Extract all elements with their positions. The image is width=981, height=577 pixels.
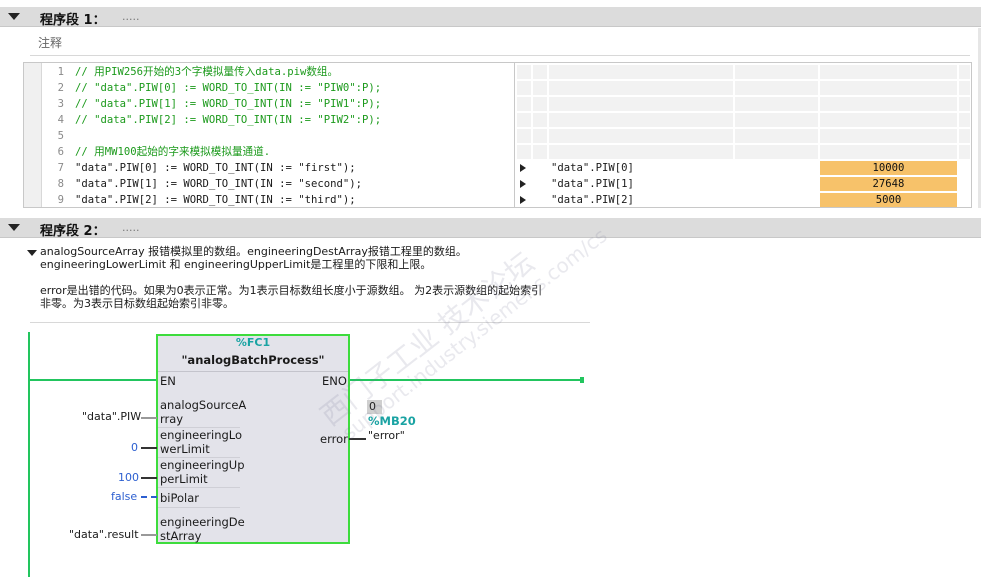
pin-engineering-dest-array[interactable]: engineeringDe stArray	[160, 515, 245, 543]
network-2-title-placeholder[interactable]: .....	[122, 221, 139, 234]
block-name: "analogBatchProcess"	[181, 353, 325, 367]
pin-engineering-upper-limit[interactable]: engineeringUp perLimit	[160, 458, 245, 486]
pin-bipolar[interactable]: biPolar	[160, 491, 199, 505]
operand-source-array[interactable]: "data".PIW	[82, 410, 141, 423]
collapse-triangle-icon[interactable]	[8, 224, 20, 231]
code-line[interactable]: 3// "data".PIW[1] := WORD_TO_INT(IN := "…	[42, 96, 512, 112]
en-power-wire	[30, 379, 157, 381]
monitor-row-empty	[515, 128, 972, 144]
monitor-value: 27648	[820, 177, 957, 191]
code-line[interactable]: 2// "data".PIW[0] := WORD_TO_INT(IN := "…	[42, 80, 512, 96]
monitor-row-empty	[515, 64, 972, 80]
monitor-row[interactable]: "data".PIW[0] 10000	[515, 160, 972, 176]
code-line[interactable]: 7 "data".PIW[0] := WORD_TO_INT(IN := "fir…	[42, 160, 512, 176]
scl-editor[interactable]: 1// 用PIW256开始的3个字模拟量传入data.piw数组。 2// "d…	[23, 62, 972, 208]
power-rail	[28, 332, 30, 577]
error-monitor-value: 0	[367, 400, 382, 414]
operand-lower-limit[interactable]: 0	[131, 441, 138, 454]
network-1-comment[interactable]: 注释	[30, 28, 970, 56]
monitor-row-empty	[515, 80, 972, 96]
block-number: %FC1	[235, 336, 271, 349]
monitor-row-empty	[515, 112, 972, 128]
error-address: %MB20	[368, 414, 416, 428]
monitor-row-empty	[515, 96, 972, 112]
network-1-comment-text: 注释	[38, 36, 63, 50]
operand-upper-limit[interactable]: 100	[118, 471, 139, 484]
wire-end-marker	[580, 377, 584, 383]
function-block-fc1[interactable]: %FC1 "analogBatchProcess" EN ENO analogS…	[156, 334, 350, 544]
pin-en[interactable]: EN	[160, 374, 176, 388]
expand-arrow-icon[interactable]	[520, 180, 526, 188]
monitor-row-empty	[515, 144, 972, 160]
monitor-row[interactable]: "data".PIW[1] 27648	[515, 176, 972, 192]
code-line[interactable]: 5	[42, 128, 512, 144]
network-1-header[interactable]: 程序段 1： .....	[0, 7, 981, 28]
code-line[interactable]: 1// 用PIW256开始的3个字模拟量传入data.piw数组。	[42, 64, 512, 80]
pin-eno[interactable]: ENO	[322, 374, 347, 388]
monitor-panel: "data".PIW[0] 10000 "data".PIW[1] 27648 …	[514, 63, 971, 207]
network-2-title: 程序段 2：	[40, 224, 106, 239]
code-line[interactable]: 4// "data".PIW[2] := WORD_TO_INT(IN := "…	[42, 112, 512, 128]
monitor-value: 5000	[820, 193, 957, 207]
code-line[interactable]: 8 "data".PIW[1] := WORD_TO_INT(IN := "sec…	[42, 176, 512, 192]
pin-engineering-lower-limit[interactable]: engineeringLo werLimit	[160, 428, 242, 456]
operand-error[interactable]: "error"	[368, 429, 405, 442]
network-1-title-placeholder[interactable]: .....	[122, 10, 139, 23]
network-2-comment[interactable]: analogSourceArray 报错模拟里的数组。engineeringDe…	[40, 245, 600, 310]
operand-bipolar[interactable]: false	[111, 490, 137, 503]
comment-divider	[30, 322, 590, 323]
network-1-title: 程序段 1：	[40, 13, 106, 28]
expand-arrow-icon[interactable]	[520, 164, 526, 172]
code-line[interactable]: 6// 用MW100起始的字来模拟模拟量通道.	[42, 144, 512, 160]
operand-dest-array[interactable]: "data".result	[69, 528, 139, 541]
block-header: %FC1 "analogBatchProcess"	[158, 336, 348, 372]
eno-power-wire	[349, 379, 582, 381]
expand-arrow-icon[interactable]	[520, 196, 526, 204]
editor-gutter	[24, 63, 42, 207]
comment-collapse-triangle-icon[interactable]	[27, 250, 37, 256]
pin-analog-source-array[interactable]: analogSourceA rray	[160, 398, 246, 426]
monitor-row[interactable]: "data".PIW[2] 5000	[515, 192, 972, 208]
network-2-header[interactable]: 程序段 2： .....	[0, 218, 981, 239]
pin-error[interactable]: error	[320, 432, 348, 446]
monitor-value: 10000	[820, 161, 957, 175]
code-line[interactable]: 9 "data".PIW[2] := WORD_TO_INT(IN := "thi…	[42, 192, 512, 208]
collapse-triangle-icon[interactable]	[8, 13, 20, 20]
